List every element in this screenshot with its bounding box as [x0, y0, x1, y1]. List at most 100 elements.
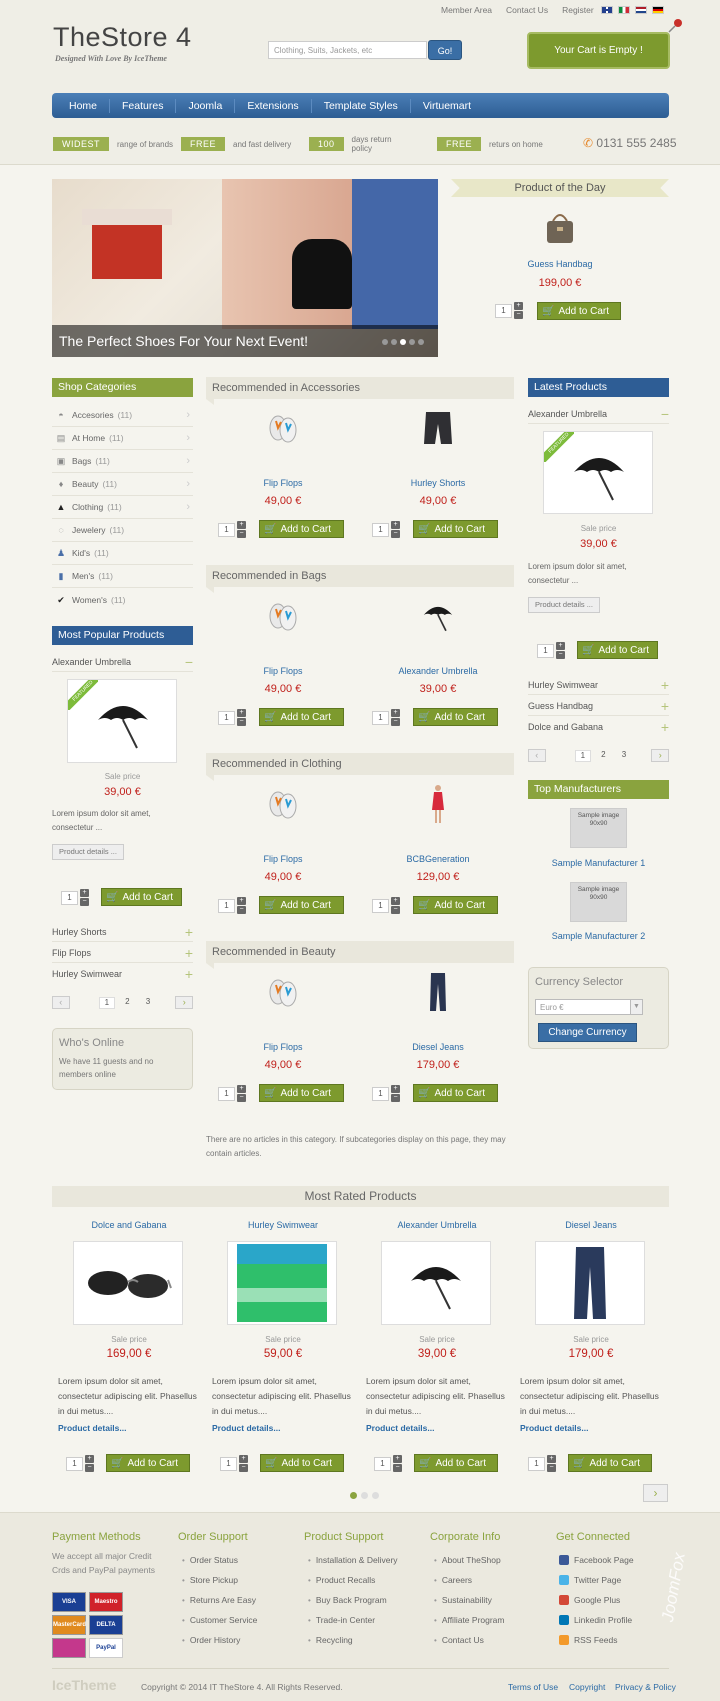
- page-3[interactable]: 3: [140, 997, 156, 1009]
- category-item[interactable]: ▲ Clothing (11) ›: [52, 496, 193, 519]
- potd-product-name[interactable]: Guess Handbag: [500, 259, 620, 269]
- product-name[interactable]: Flip Flops: [223, 666, 343, 676]
- add-to-cart-button[interactable]: 🛒 Add to Cart: [259, 896, 344, 914]
- product-image[interactable]: [418, 971, 458, 1013]
- product-image[interactable]: [418, 595, 458, 637]
- qty-plus-icon[interactable]: +: [239, 1455, 248, 1463]
- qty-plus-icon[interactable]: +: [556, 642, 565, 650]
- nav-joomla[interactable]: Joomla: [176, 98, 236, 113]
- qty-plus-icon[interactable]: +: [514, 302, 523, 310]
- qty-minus-icon[interactable]: −: [391, 530, 400, 538]
- qty-input[interactable]: 1: [218, 898, 235, 913]
- footer-link[interactable]: • Recycling: [308, 1630, 398, 1650]
- add-to-cart-button[interactable]: 🛒 Add to Cart: [413, 708, 498, 726]
- footer-link[interactable]: • Installation & Delivery: [308, 1550, 398, 1570]
- next-arrow-icon[interactable]: ›: [651, 749, 670, 762]
- footer-link[interactable]: • Buy Back Program: [308, 1590, 398, 1610]
- accordion-item[interactable]: Dolce and Gabana +: [528, 717, 669, 737]
- qty-input[interactable]: 1: [372, 710, 389, 725]
- qty-minus-icon[interactable]: −: [391, 718, 400, 726]
- qty-input[interactable]: 1: [528, 1456, 545, 1471]
- most-rated-image[interactable]: [381, 1241, 491, 1325]
- qty-plus-icon[interactable]: +: [237, 897, 246, 905]
- most-popular-details-button[interactable]: Product details ...: [52, 844, 124, 860]
- nav-features[interactable]: Features: [110, 98, 177, 113]
- add-to-cart-button[interactable]: 🛒 Add to Cart: [260, 1454, 344, 1472]
- footer-link[interactable]: • Order History: [182, 1630, 257, 1650]
- member-area-link[interactable]: Member Area: [441, 5, 492, 15]
- most-rated-details-link[interactable]: Product details...: [520, 1423, 589, 1433]
- qty-input[interactable]: 1: [372, 898, 389, 913]
- change-currency-button[interactable]: Change Currency: [538, 1023, 637, 1042]
- accordion-item[interactable]: Guess Handbag +: [528, 696, 669, 716]
- footer-link[interactable]: • Sustainability: [434, 1590, 505, 1610]
- contact-us-link[interactable]: Contact Us: [506, 5, 548, 15]
- accordion-item[interactable]: Hurley Shorts +: [52, 922, 193, 942]
- qty-plus-icon[interactable]: +: [391, 897, 400, 905]
- prev-arrow-icon[interactable]: ‹: [52, 996, 70, 1009]
- footer-link[interactable]: • Affiliate Program: [434, 1610, 505, 1630]
- carousel-dot[interactable]: [361, 1492, 368, 1499]
- carousel-dot-active[interactable]: [350, 1492, 357, 1499]
- nav-virtuemart[interactable]: Virtuemart: [411, 99, 483, 113]
- manufacturer-link[interactable]: Sample Manufacturer 1: [528, 858, 669, 868]
- most-rated-details-link[interactable]: Product details...: [58, 1423, 127, 1433]
- category-item[interactable]: ▤ At Home (11) ›: [52, 427, 193, 450]
- product-name[interactable]: Hurley Shorts: [378, 478, 498, 488]
- category-item[interactable]: ♦ Beauty (11) ›: [52, 473, 193, 496]
- product-name[interactable]: Diesel Jeans: [378, 1042, 498, 1052]
- add-to-cart-button[interactable]: 🛒 Add to Cart: [413, 1084, 498, 1102]
- qty-plus-icon[interactable]: +: [237, 521, 246, 529]
- nav-extensions[interactable]: Extensions: [235, 98, 312, 113]
- manufacturer-image[interactable]: Sample image 90x90: [570, 808, 627, 848]
- page-1[interactable]: 1: [99, 996, 115, 1009]
- product-image[interactable]: [263, 407, 303, 449]
- page-3[interactable]: 3: [616, 750, 632, 762]
- footer-link[interactable]: • Product Recalls: [308, 1570, 398, 1590]
- product-name[interactable]: Alexander Umbrella: [378, 666, 498, 676]
- footer-link[interactable]: • Contact Us: [434, 1630, 505, 1650]
- qty-plus-icon[interactable]: +: [85, 1455, 94, 1463]
- nav-template-styles[interactable]: Template Styles: [312, 98, 411, 113]
- qty-minus-icon[interactable]: −: [239, 1464, 248, 1472]
- qty-plus-icon[interactable]: +: [237, 709, 246, 717]
- qty-plus-icon[interactable]: +: [547, 1455, 556, 1463]
- manufacturer-link[interactable]: Sample Manufacturer 2: [528, 931, 669, 941]
- qty-plus-icon[interactable]: +: [237, 1085, 246, 1093]
- carousel-next-arrow-icon[interactable]: ›: [643, 1484, 668, 1502]
- category-item[interactable]: ◓ Accesories (11) ›: [52, 404, 193, 427]
- product-name[interactable]: Flip Flops: [223, 1042, 343, 1052]
- add-to-cart-button[interactable]: 🛒 Add to Cart: [568, 1454, 652, 1472]
- flag-english-icon[interactable]: [601, 6, 613, 14]
- product-name[interactable]: Flip Flops: [223, 854, 343, 864]
- copyright-link[interactable]: Copyright: [569, 1682, 605, 1692]
- page-1[interactable]: 1: [575, 749, 591, 762]
- most-rated-name[interactable]: Alexander Umbrella: [366, 1220, 508, 1230]
- add-to-cart-button[interactable]: 🛒 Add to Cart: [259, 1084, 344, 1102]
- qty-minus-icon[interactable]: −: [85, 1464, 94, 1472]
- qty-plus-icon[interactable]: +: [393, 1455, 402, 1463]
- most-rated-image[interactable]: [535, 1241, 645, 1325]
- slider-dot[interactable]: [382, 339, 388, 345]
- most-rated-name[interactable]: Diesel Jeans: [520, 1220, 662, 1230]
- currency-select[interactable]: Euro € ▼: [535, 999, 643, 1015]
- flag-german-icon[interactable]: [652, 6, 664, 14]
- add-to-cart-button[interactable]: 🛒 Add to Cart: [259, 520, 344, 538]
- accordion-item[interactable]: Flip Flops +: [52, 943, 193, 963]
- qty-plus-icon[interactable]: +: [80, 889, 89, 897]
- qty-minus-icon[interactable]: −: [391, 1094, 400, 1102]
- category-item[interactable]: ✔ Women's (11): [52, 588, 193, 611]
- accordion-item[interactable]: Hurley Swimwear +: [52, 964, 193, 984]
- footer-link[interactable]: • Trade-in Center: [308, 1610, 398, 1630]
- footer-link[interactable]: • Order Status: [182, 1550, 257, 1570]
- twitter-link[interactable]: Twitter Page: [559, 1570, 634, 1590]
- add-to-cart-button[interactable]: 🛒 Add to Cart: [106, 1454, 190, 1472]
- slider-dot-active[interactable]: [400, 339, 406, 345]
- most-rated-name[interactable]: Dolce and Gabana: [58, 1220, 200, 1230]
- most-rated-details-link[interactable]: Product details...: [366, 1423, 435, 1433]
- product-image[interactable]: [418, 783, 458, 825]
- most-popular-add-to-cart-button[interactable]: 🛒 Add to Cart: [101, 888, 182, 906]
- prev-arrow-icon[interactable]: ‹: [528, 749, 546, 762]
- footer-link[interactable]: • Store Pickup: [182, 1570, 257, 1590]
- product-image[interactable]: [263, 783, 303, 825]
